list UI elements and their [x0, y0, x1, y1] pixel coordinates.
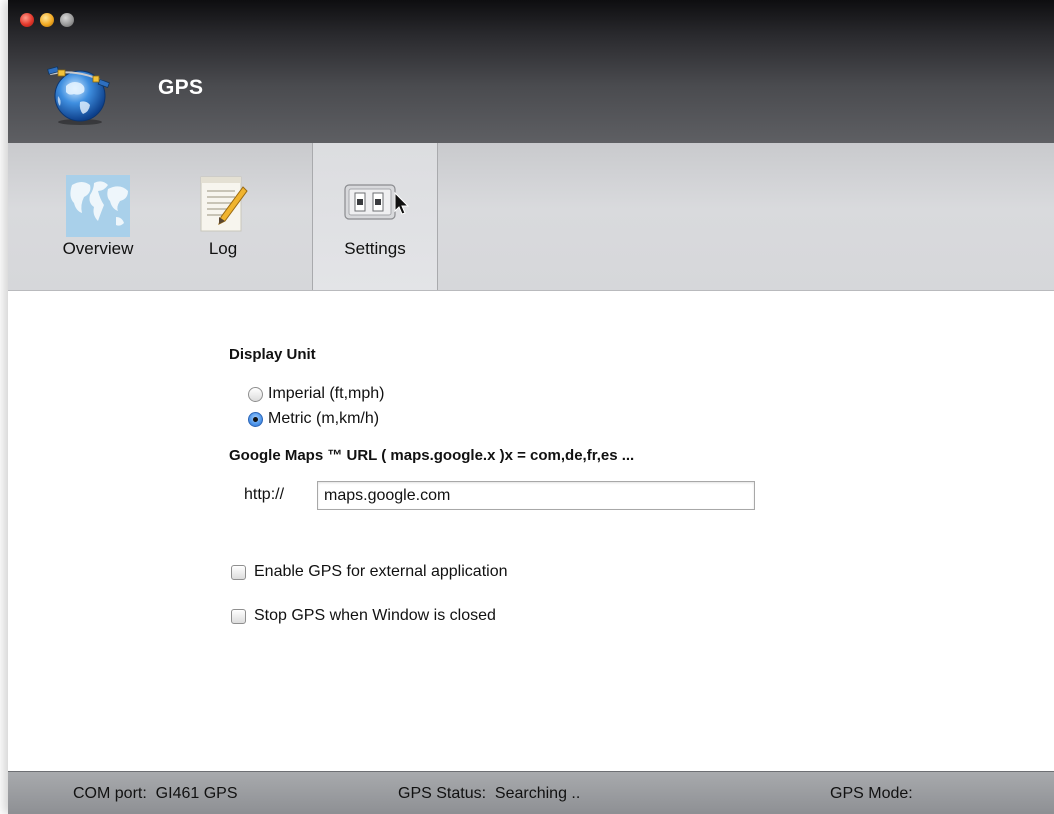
toolbar-log-label: Log: [208, 239, 238, 258]
toolbar-settings-label: Settings: [344, 239, 406, 258]
metric-radio-button[interactable]: [248, 411, 263, 427]
app-window: GPS Overview Log Settings Display Unit I…: [8, 0, 1054, 814]
title-header: GPS: [8, 0, 1054, 143]
imperial-radio-button[interactable]: [248, 386, 263, 402]
enable-external-gps-option[interactable]: Enable GPS for external application: [231, 563, 507, 581]
switches-icon: [344, 184, 410, 220]
maps-url-input[interactable]: [317, 481, 755, 510]
toolbar-log-button[interactable]: Log: [188, 143, 258, 290]
toolbar-settings-button[interactable]: Settings: [312, 143, 438, 290]
app-title: GPS: [158, 76, 204, 99]
gps-status: GPS Status: Searching ..: [398, 785, 581, 802]
com-port-status: COM port: GI461 GPS: [73, 785, 238, 802]
minimize-window-button[interactable]: [40, 13, 54, 27]
status-bar: COM port: GI461 GPS GPS Status: Searchin…: [8, 771, 1054, 814]
toolbar-overview-label: Overview: [62, 239, 134, 258]
settings-panel: Display Unit Imperial (ft,mph) Metric (m…: [8, 291, 1054, 771]
display-unit-heading: Display Unit: [229, 346, 316, 363]
enable-external-gps-checkbox[interactable]: [231, 564, 246, 580]
zoom-window-button[interactable]: [60, 13, 74, 27]
gps-mode-status: GPS Mode:: [830, 785, 913, 802]
enable-external-gps-label: Enable GPS for external application: [254, 563, 508, 580]
url-prefix-label: http://: [244, 486, 285, 503]
imperial-radio-label: Imperial (ft,mph): [268, 385, 385, 402]
toolbar: Overview Log Settings: [8, 143, 1054, 291]
close-window-button[interactable]: [20, 13, 34, 27]
metric-radio-option[interactable]: Metric (m,km/h): [248, 410, 379, 428]
world-map-icon: [66, 175, 130, 237]
notepad-pencil-icon: [200, 176, 248, 232]
maps-url-heading: Google Maps ™ URL ( maps.google.x )x = c…: [229, 447, 635, 464]
gps-globe-icon: [47, 66, 110, 125]
metric-radio-label: Metric (m,km/h): [268, 410, 380, 427]
imperial-radio-option[interactable]: Imperial (ft,mph): [248, 385, 384, 403]
stop-gps-on-close-option[interactable]: Stop GPS when Window is closed: [231, 607, 496, 625]
stop-gps-on-close-checkbox[interactable]: [231, 608, 246, 624]
toolbar-overview-button[interactable]: Overview: [48, 143, 148, 290]
stop-gps-on-close-label: Stop GPS when Window is closed: [254, 607, 496, 624]
